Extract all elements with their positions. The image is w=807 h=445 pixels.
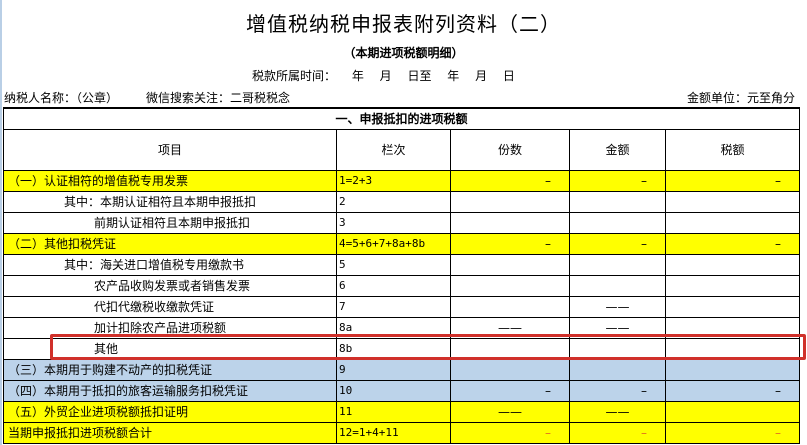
header-tax: 税额 (665, 128, 800, 171)
amount-unit: 金额单位：元至角分 (686, 91, 795, 105)
header-count: 份数 (450, 128, 570, 171)
row-cell[interactable] (665, 400, 800, 423)
taxpayer-name: 纳税人名称：（公章） (4, 91, 119, 105)
row-line-code: 3 (336, 211, 451, 234)
row-line-code: 10 (336, 379, 451, 402)
table-row: 代扣代缴税收缴款凭证 7 —— (3, 295, 800, 318)
row-cell[interactable]: – (569, 232, 666, 255)
tax-period: 税款所属时间： 年 月 日至 年 月 日 (252, 69, 515, 83)
row-line-code: 11 (336, 400, 451, 423)
row-line-code: 7 (336, 295, 451, 318)
row-cell[interactable]: —— (569, 400, 666, 423)
row-cell[interactable] (450, 358, 570, 381)
row-line-code: 5 (336, 253, 451, 276)
row-cell[interactable]: – (665, 232, 800, 255)
input-tax-table: 一、申报抵扣的进项税额 项目 栏次 份数 金额 税额 （一）认证相符的增值税专用… (3, 107, 800, 444)
row-item: （一）认证相符的增值税专用发票 (3, 169, 337, 192)
row-cell[interactable] (569, 358, 666, 381)
page-subtitle: （本期进项税额明细） (343, 46, 464, 60)
row-cell[interactable] (665, 253, 800, 276)
row-cell[interactable] (665, 358, 800, 381)
row-cell[interactable]: – (665, 379, 800, 402)
row-item: 其中：本期认证相符且本期申报抵扣 (3, 190, 337, 213)
table-row: （五）外贸企业进项税额抵扣证明 11 —— —— (3, 400, 800, 423)
row-item: 代扣代缴税收缴款凭证 (3, 295, 337, 318)
row-line-code: 12=1+4+11 (336, 421, 451, 444)
row-line-code: 4=5+6+7+8a+8b (336, 232, 451, 255)
wechat-note: 微信搜索关注：二哥税税念 (146, 91, 291, 105)
row-cell[interactable]: – (450, 232, 570, 255)
row-cell[interactable]: – (450, 421, 570, 444)
row-cell[interactable] (569, 274, 666, 297)
row-cell[interactable] (569, 190, 666, 213)
header-line: 栏次 (336, 128, 451, 171)
row-cell[interactable] (450, 190, 570, 213)
row-item: （三）本期用于购建不动产的扣税凭证 (3, 358, 337, 381)
section-header: 一、申报抵扣的进项税额 (3, 107, 800, 130)
row-item: 其中：海关进口增值税专用缴款书 (3, 253, 337, 276)
table-row: （二）其他扣税凭证 4=5+6+7+8a+8b – – – (3, 232, 800, 255)
row-cell[interactable]: – (665, 421, 800, 444)
row-item: 前期认证相符且本期申报抵扣 (3, 211, 337, 234)
row-cell[interactable] (450, 295, 570, 318)
row-line-code: 6 (336, 274, 451, 297)
row-item: （二）其他扣税凭证 (3, 232, 337, 255)
table-row: 当期申报抵扣进项税额合计 12=1+4+11– – – (3, 421, 800, 444)
row-item: （四）本期用于抵扣的旅客运输服务扣税凭证 (3, 379, 337, 402)
row-cell[interactable]: – (569, 169, 666, 192)
row-cell[interactable]: – (665, 169, 800, 192)
row-cell[interactable]: – (450, 169, 570, 192)
row-item: 农产品收购发票或者销售发票 (3, 274, 337, 297)
row-item: （五）外贸企业进项税额抵扣证明 (3, 400, 337, 423)
row-cell[interactable]: – (450, 379, 570, 402)
table-row: 前期认证相符且本期申报抵扣 3 (3, 211, 800, 234)
row-line-code: 9 (336, 358, 451, 381)
sheet-edge (0, 0, 2, 445)
table-row: 农产品收购发票或者销售发票 6 (3, 274, 800, 297)
table-row: （四）本期用于抵扣的旅客运输服务扣税凭证 10– – – (3, 379, 800, 402)
row-cell[interactable] (569, 211, 666, 234)
row-item: 当期申报抵扣进项税额合计 (3, 421, 337, 444)
row-cell[interactable] (665, 190, 800, 213)
row-cell[interactable] (665, 274, 800, 297)
row-cell[interactable]: – (569, 421, 666, 444)
table-row: （三）本期用于购建不动产的扣税凭证 9 (3, 358, 800, 381)
row-cell[interactable] (665, 211, 800, 234)
header-amount: 金额 (569, 128, 666, 171)
row-cell[interactable]: —— (450, 400, 570, 423)
header-item: 项目 (3, 128, 337, 171)
table-row: （一）认证相符的增值税专用发票 1=2+3– – – (3, 169, 800, 192)
table-row: 其中：海关进口增值税专用缴款书 5 (3, 253, 800, 276)
row-cell[interactable] (450, 274, 570, 297)
row-line-code: 1=2+3 (336, 169, 451, 192)
row-cell[interactable] (665, 295, 800, 318)
table-row: 其中：本期认证相符且本期申报抵扣 2 (3, 190, 800, 213)
highlight-box (50, 334, 806, 360)
row-cell[interactable]: —— (569, 295, 666, 318)
row-cell[interactable]: – (569, 379, 666, 402)
row-cell[interactable] (450, 211, 570, 234)
row-cell[interactable] (450, 253, 570, 276)
row-line-code: 2 (336, 190, 451, 213)
row-cell[interactable] (569, 253, 666, 276)
page-title: 增值税纳税申报表附列资料（二） (246, 12, 561, 36)
